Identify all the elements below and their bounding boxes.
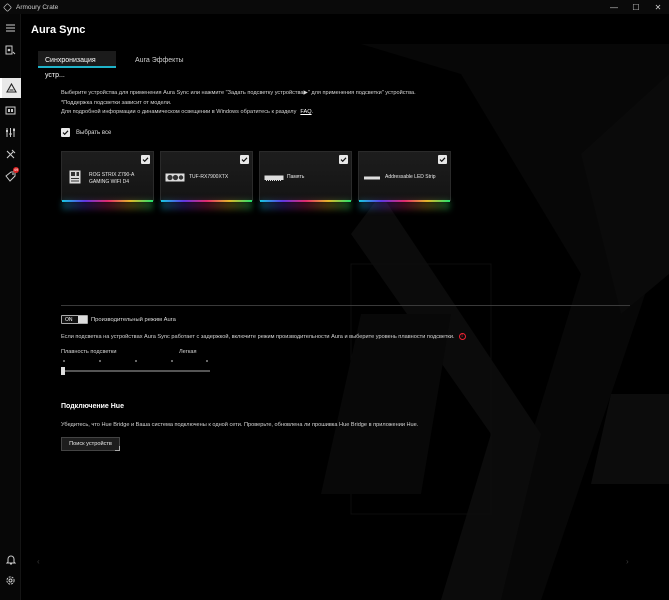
smoothness-value: Легкая (179, 349, 197, 355)
checkmark-icon (241, 157, 248, 163)
device-checkbox[interactable] (141, 155, 150, 164)
faq-link[interactable]: FAQ (300, 109, 311, 115)
tab-aura-effects[interactable]: Aura Эффекты (128, 51, 191, 68)
app-logo-icon (3, 2, 12, 12)
device-name: Память (287, 174, 305, 180)
smoothness-label: Плавность подсветки (61, 349, 117, 355)
menu-icon (6, 24, 15, 32)
device-checkbox[interactable] (339, 155, 348, 164)
slider-tick (99, 360, 101, 362)
deals-badge: 49 (13, 167, 19, 173)
graphics-card-icon (165, 173, 185, 182)
checkmark-icon (142, 157, 149, 163)
app-title: Armoury Crate (16, 3, 59, 11)
slider-tick (63, 360, 65, 362)
checkmark-icon (439, 157, 446, 163)
sidebar-item-deals[interactable]: 49 (0, 166, 21, 186)
sidebar-item-scenario-profiles[interactable] (0, 122, 21, 142)
performance-mode-label: Производительный режим Aura (91, 316, 176, 323)
tab-device-sync[interactable]: Синхронизация устр... (38, 51, 116, 79)
tools-icon (6, 149, 16, 158)
sidebar-item-aura-sync[interactable] (0, 78, 21, 98)
device-name: ROG STRIX Z790-A GAMING WIFI D4 (89, 172, 135, 185)
slider-tick (171, 360, 173, 362)
sidebar-menu-button[interactable] (0, 18, 21, 38)
performance-mode-description-row: Если подсветка на устройствах Aura Sync … (61, 333, 466, 340)
search-devices-button[interactable]: Поиск устройств (61, 437, 120, 451)
performance-mode-row: ON Производительный режим Aura (61, 315, 176, 324)
aura-sync-icon (6, 83, 17, 93)
tab-bar: Синхронизация устр... Aura Эффекты (38, 51, 191, 79)
select-all-row: Выбрать все (61, 128, 111, 137)
device-list: ROG STRIX Z790-A GAMING WIFI D4 TUF-RX79… (61, 151, 451, 210)
toggle-state: ON (65, 316, 73, 323)
smoothness-slider-ticks (63, 360, 209, 364)
device-checkbox[interactable] (438, 155, 447, 164)
notification-icon (5, 555, 16, 564)
device-name: TUF-RX7900XTX (189, 174, 229, 180)
device-icon (5, 45, 16, 54)
device-name: Addressable LED Strip (385, 174, 436, 180)
sidebar-item-settings[interactable] (0, 570, 21, 590)
motherboard-icon (69, 170, 81, 184)
minimize-button[interactable]: — (603, 0, 625, 14)
checkmark-icon (340, 157, 347, 163)
toggle-knob (78, 316, 87, 323)
checkmark-icon (62, 130, 69, 136)
device-card-memory[interactable]: Память (259, 151, 352, 210)
page-title: Aura Sync (31, 24, 86, 36)
description-line-3-end: . (311, 109, 314, 115)
settings-icon (6, 575, 15, 585)
device-card-graphics-card[interactable]: TUF-RX7900XTX (160, 151, 253, 210)
sidebar-item-tools[interactable] (0, 144, 21, 164)
hue-section-description: Убедитесь, что Hue Bridge и Ваша система… (61, 422, 419, 428)
scenario-profiles-icon (6, 127, 15, 137)
slider-tick (206, 360, 208, 362)
scroll-right-icon[interactable]: › (626, 557, 629, 566)
led-strip-icon (364, 176, 380, 180)
device-card-led-strip[interactable]: Addressable LED Strip (358, 151, 451, 210)
sidebar-item-notifications[interactable] (0, 549, 21, 569)
device-card-motherboard[interactable]: ROG STRIX Z790-A GAMING WIFI D4 (61, 151, 154, 210)
select-all-checkbox[interactable] (61, 128, 70, 137)
section-divider (61, 305, 630, 306)
slider-tick (135, 360, 137, 362)
description-line-2: *Поддержка подсветки зависит от модели. (61, 99, 172, 106)
sidebar: 49 (0, 14, 21, 600)
sidebar-item-gamevisual[interactable] (0, 100, 21, 120)
maximize-button[interactable]: ☐ (625, 0, 647, 14)
memory-icon (264, 175, 284, 181)
smoothness-slider-thumb[interactable] (61, 367, 65, 375)
sidebar-item-device[interactable] (0, 40, 21, 60)
description-line-3-row: Для подробной информации о динамическом … (61, 108, 416, 118)
hue-section-title: Подключение Hue (61, 403, 124, 410)
performance-mode-toggle[interactable]: ON (61, 315, 88, 324)
aura-sync-description: Выберите устройства для применения Aura … (61, 89, 416, 118)
gamevisual-icon (5, 106, 16, 114)
close-button[interactable]: ✕ (647, 0, 669, 14)
device-checkbox[interactable] (240, 155, 249, 164)
performance-mode-description: Если подсветка на устройствах Aura Sync … (61, 333, 455, 340)
description-line-3: Для подробной информации о динамическом … (61, 109, 297, 115)
smoothness-slider-track[interactable] (63, 370, 210, 372)
title-bar: Armoury Crate — ☐ ✕ (0, 0, 669, 14)
select-all-label: Выбрать все (76, 129, 112, 136)
scroll-left-icon[interactable]: ‹ (37, 557, 40, 566)
info-icon[interactable]: ! (458, 333, 466, 340)
description-line-1: Выберите устройства для применения Aura … (61, 90, 416, 96)
